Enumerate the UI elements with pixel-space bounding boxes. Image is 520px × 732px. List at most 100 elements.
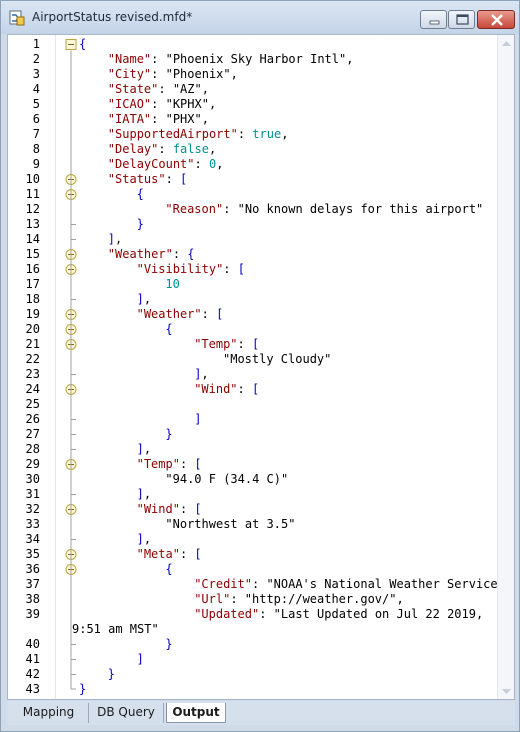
code-line[interactable]: 9:51 am MST" (72, 622, 159, 637)
code-line[interactable]: "Reason": "No known delays for this airp… (165, 202, 483, 217)
code-line[interactable]: } (108, 667, 115, 682)
code-token: "Last Updated on Jul 22 2019, (273, 607, 484, 621)
code-token: ] (136, 292, 144, 306)
code-token: "Weather" (107, 247, 173, 261)
code-line[interactable]: "Mostly Cloudy" (223, 352, 331, 367)
code-line[interactable]: "Weather": { (108, 247, 195, 262)
code-line[interactable]: 10 (165, 277, 179, 292)
line-number: 32 (25, 502, 40, 516)
json-editor[interactable]: 1 {2 "Name": "Phoenix Sky Harbor Intl", 3 "C… (8, 35, 512, 699)
tab-output[interactable]: Output (166, 703, 226, 723)
code-line[interactable]: ] (194, 412, 201, 427)
line-number: 31 (25, 487, 40, 501)
line-number: 41 (25, 652, 40, 666)
code-line[interactable]: ] (137, 652, 144, 667)
vertical-scrollbar[interactable] (497, 35, 514, 699)
code-line[interactable]: "Northwest at 3.5" (165, 517, 295, 532)
code-token: [ (252, 337, 260, 351)
code-token: ] (136, 442, 144, 456)
code-token: , (201, 82, 209, 96)
code-line[interactable]: "Wind": [ (137, 502, 202, 517)
code-line[interactable]: "Updated": "Last Updated on Jul 22 2019, (194, 607, 483, 622)
line-number: 34 (25, 532, 40, 546)
code-line[interactable]: } (137, 217, 144, 232)
code-line[interactable]: ], (137, 532, 151, 547)
code-line[interactable]: ], (137, 292, 151, 307)
code-token: } (165, 637, 173, 651)
window-title: AirportStatus revised.mfd* (32, 10, 193, 24)
code-line[interactable]: "Wind": [ (194, 382, 259, 397)
code-token: "ICAO" (107, 97, 152, 111)
code-token: : (201, 307, 217, 321)
code-line[interactable]: "DelayCount": 0, (108, 157, 224, 172)
code-token: "Temp" (136, 457, 180, 471)
code-line[interactable]: "Visibility": [ (137, 262, 245, 277)
tab-mapping[interactable]: Mapping (9, 703, 89, 723)
code-line[interactable]: } (165, 637, 172, 652)
line-number: 16 (25, 262, 40, 276)
code-token: "Credit" (194, 577, 252, 591)
code-token: "Visibility" (136, 262, 224, 276)
code-token: ] (136, 652, 144, 666)
code-line[interactable]: "ICAO": "KPHX", (108, 97, 216, 112)
code-line[interactable]: "State": "AZ", (108, 82, 209, 97)
code-line[interactable]: "SupportedAirport": true, (108, 127, 289, 142)
code-token: , (115, 232, 123, 246)
scroll-up-arrow-icon (502, 41, 511, 46)
code-token: , (396, 592, 404, 606)
code-line[interactable]: "Credit": "NOAA's National Weather Servi… (194, 577, 512, 592)
code-line[interactable]: { (79, 37, 86, 52)
code-token: "Url" (194, 592, 231, 606)
code-line[interactable]: "IATA": "PHX", (108, 112, 209, 127)
code-token: "Reason" (165, 202, 224, 216)
line-number: 25 (25, 397, 40, 411)
code-line[interactable]: "Meta": [ (137, 547, 202, 562)
code-token: "Status" (107, 172, 166, 186)
line-number: 1 (32, 37, 40, 51)
code-line[interactable]: "Temp": [ (194, 337, 259, 352)
output-pane[interactable]: 1 {2 "Name": "Phoenix Sky Harbor Intl", 3 "C… (7, 34, 515, 700)
code-line[interactable]: "City": "Phoenix", (108, 67, 238, 82)
minimize-button[interactable] (420, 10, 447, 29)
code-line[interactable]: "Temp": [ (137, 457, 202, 472)
code-line[interactable]: { (165, 562, 172, 577)
line-number: 24 (25, 382, 40, 396)
title-bar[interactable]: AirportStatus revised.mfd* (1, 1, 519, 34)
code-token: : (251, 577, 267, 591)
code-token: : (172, 247, 188, 261)
line-number: 5 (32, 97, 40, 111)
code-token: , (208, 97, 217, 111)
tab-db-query[interactable]: DB Query (89, 703, 164, 723)
maximize-button[interactable] (448, 10, 475, 29)
code-line[interactable]: ], (137, 442, 151, 457)
code-line[interactable]: "94.0 F (34.4 C)" (165, 472, 288, 487)
line-number: 10 (25, 172, 40, 186)
code-line[interactable]: } (165, 427, 172, 442)
code-line[interactable]: "Url": "http://weather.gov/", (194, 592, 404, 607)
code-line[interactable]: ], (194, 367, 208, 382)
code-token: "Updated" (194, 607, 260, 621)
code-token: , (201, 367, 209, 381)
close-button[interactable] (477, 10, 515, 29)
code-line[interactable]: } (79, 682, 86, 697)
code-token: "PHX" (165, 112, 202, 126)
code-token: , (230, 67, 238, 81)
code-line[interactable]: { (165, 322, 172, 337)
code-line[interactable]: { (137, 187, 144, 202)
code-line[interactable]: "Delay": false, (108, 142, 216, 157)
code-line[interactable]: ], (108, 232, 122, 247)
code-token: : (223, 262, 238, 276)
code-token: { (136, 187, 144, 201)
line-number: 28 (25, 442, 40, 456)
code-token: : (259, 607, 274, 621)
code-line[interactable]: "Weather": [ (137, 307, 224, 322)
code-line[interactable]: "Status": [ (108, 172, 187, 187)
code-token: "DelayCount" (107, 157, 195, 171)
code-line[interactable]: ], (137, 487, 151, 502)
code-token: ] (136, 487, 144, 501)
code-token: "94.0 F (34.4 C)" (165, 472, 289, 486)
code-token: "State" (107, 82, 159, 96)
line-number: 35 (25, 547, 40, 561)
code-token: true (252, 127, 282, 141)
code-line[interactable]: "Name": "Phoenix Sky Harbor Intl", (108, 52, 354, 67)
